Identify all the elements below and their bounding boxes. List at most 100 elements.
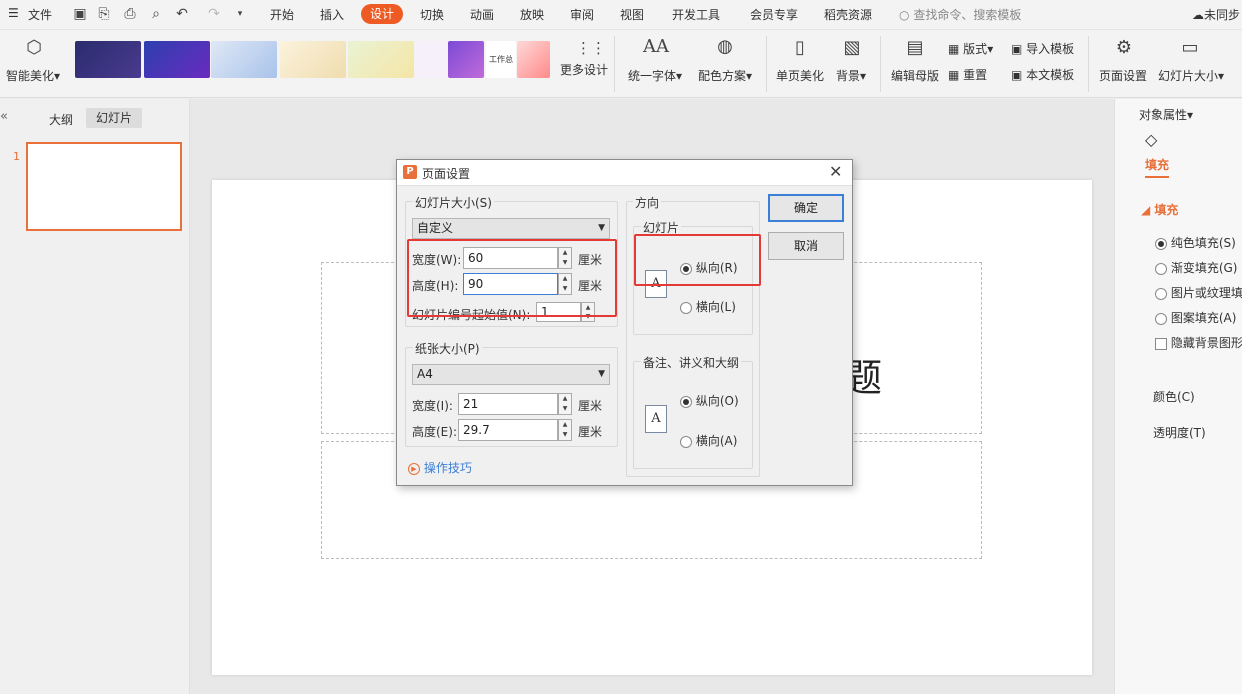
radio-icon <box>1155 287 1167 300</box>
radio-icon <box>680 395 692 408</box>
tab-view[interactable]: 视图 <box>620 6 644 23</box>
hide-background-checkbox[interactable]: 隐藏背景图形 <box>1155 334 1242 351</box>
design-thumb-9[interactable] <box>517 41 550 78</box>
design-thumb-1[interactable] <box>75 41 141 78</box>
slide-size-select[interactable]: 自定义 ▼ <box>412 218 610 239</box>
paper-size-select[interactable]: A4 ▼ <box>412 364 610 385</box>
design-thumb-8[interactable]: 工作总结 <box>486 41 516 78</box>
search-icon: ○ <box>899 8 910 22</box>
text-template-button[interactable]: ▣ 本文模板 <box>1011 66 1074 83</box>
design-thumb-5[interactable] <box>348 41 414 78</box>
picture-fill-radio[interactable]: 图片或纹理填 <box>1155 284 1242 301</box>
design-thumb-6[interactable] <box>416 41 448 78</box>
design-thumb-4[interactable] <box>280 41 346 78</box>
paper-height-input[interactable]: 29.7 <box>458 419 558 441</box>
properties-pane: 对象属性▾ ◇ 填充 ◢ 填充 纯色填充(S) 渐变填充(G) 图片或纹理填 图… <box>1114 99 1242 694</box>
import-template-button[interactable]: ▣ 导入模板 <box>1011 40 1074 57</box>
edit-master-button[interactable]: 编辑母版 <box>891 67 939 84</box>
reset-label: 重置 <box>963 68 988 82</box>
notes-portrait-radio[interactable]: 纵向(O) <box>680 392 739 409</box>
tab-developer[interactable]: 开发工具 <box>672 6 720 23</box>
design-thumb-7[interactable] <box>448 41 484 78</box>
save-icon[interactable]: ▣ <box>72 6 88 22</box>
fill-section-label: 填充 <box>1154 203 1179 217</box>
text-template-label: 本文模板 <box>1026 68 1075 82</box>
import-icon: ▣ <box>1011 42 1023 56</box>
paper-width-input[interactable]: 21 <box>458 393 558 415</box>
single-page-icon: ▯ <box>795 37 805 58</box>
pattern-fill-label: 图案填充(A) <box>1170 311 1237 325</box>
gradient-fill-label: 渐变填充(G) <box>1170 261 1238 275</box>
page-setup-button[interactable]: 页面设置 <box>1099 67 1147 84</box>
background-label: 背景 <box>836 69 861 83</box>
palette-icon: ◍ <box>717 36 733 57</box>
tab-review[interactable]: 审阅 <box>570 6 594 23</box>
orientation-highlight-box <box>634 234 761 286</box>
slide-size-button[interactable]: 幻灯片大小▾ <box>1158 67 1224 84</box>
solid-fill-radio[interactable]: 纯色填充(S) <box>1155 234 1236 251</box>
tab-outline[interactable]: 大纲 <box>49 111 73 128</box>
file-menu[interactable]: 文件 <box>28 6 52 23</box>
search-command[interactable]: ○ 查找命令、搜索模板 <box>899 6 1021 23</box>
layout-button[interactable]: ▦ 版式▾ <box>948 40 993 57</box>
tips-link[interactable]: ▶ 操作技巧 <box>408 459 472 476</box>
notes-landscape-label: 横向(A) <box>695 434 738 448</box>
more-design-button[interactable]: 更多设计 <box>560 61 608 78</box>
undo-icon[interactable]: ↶ <box>174 6 190 22</box>
print-icon[interactable]: ⎙ <box>122 6 138 22</box>
radio-icon <box>1155 262 1167 275</box>
redo-icon[interactable]: ↷ <box>206 6 222 22</box>
print-preview-icon[interactable]: ⌕ <box>148 6 164 22</box>
collapse-pane-icon[interactable]: « <box>0 109 8 124</box>
tab-transition[interactable]: 切换 <box>420 6 444 23</box>
ok-button[interactable]: 确定 <box>768 194 844 222</box>
grid-icon: ⋮⋮ <box>576 39 606 57</box>
design-thumb-2[interactable] <box>144 41 210 78</box>
smart-beautify-icon: ⬡ <box>26 37 42 58</box>
menu-icon[interactable]: ☰ <box>8 6 19 20</box>
notes-landscape-radio[interactable]: 横向(A) <box>680 432 737 449</box>
chevron-down-icon: ▼ <box>598 223 605 233</box>
design-thumb-3[interactable] <box>211 41 277 78</box>
tab-insert[interactable]: 插入 <box>320 6 344 23</box>
tab-design[interactable]: 设计 <box>361 4 403 24</box>
reset-button[interactable]: ▦ 重置 <box>948 66 987 83</box>
background-button[interactable]: 背景▾ <box>836 67 866 84</box>
smart-beautify-button[interactable]: 智能美化▾ <box>6 67 60 84</box>
paper-width-stepper[interactable]: ▲ ▼ <box>558 393 572 415</box>
paper-height-stepper[interactable]: ▲ ▼ <box>558 419 572 441</box>
fill-icon: ◇ <box>1145 130 1158 149</box>
tab-slideshow[interactable]: 放映 <box>520 6 544 23</box>
output-pdf-icon[interactable]: ⎘ <box>96 6 112 22</box>
single-page-beautify-button[interactable]: 单页美化 <box>776 67 824 84</box>
tab-member[interactable]: 会员专享 <box>750 6 798 23</box>
paper-height-unit: 厘米 <box>578 425 603 439</box>
cancel-button[interactable]: 取消 <box>768 232 844 260</box>
color-label: 颜色(C) <box>1153 390 1195 404</box>
pattern-fill-radio[interactable]: 图案填充(A) <box>1155 309 1236 326</box>
tab-animation[interactable]: 动画 <box>470 6 494 23</box>
more-dropdown-icon[interactable]: ▾ <box>232 6 248 22</box>
cloud-icon: ☁ <box>1192 8 1204 22</box>
tab-docer[interactable]: 稻壳资源 <box>824 6 872 23</box>
unify-font-button[interactable]: 统一字体▾ <box>628 67 682 84</box>
color-scheme-button[interactable]: 配色方案▾ <box>698 67 752 84</box>
tab-home[interactable]: 开始 <box>270 6 294 23</box>
master-icon: ▤ <box>906 37 924 58</box>
sync-status[interactable]: ☁未同步 <box>1192 6 1240 23</box>
tab-fill[interactable]: 填充 <box>1145 156 1170 178</box>
gradient-fill-radio[interactable]: 渐变填充(G) <box>1155 259 1238 276</box>
thumb-text: 工作总结 <box>489 55 513 64</box>
radio-icon <box>1155 237 1167 250</box>
slide-landscape-radio[interactable]: 横向(L) <box>680 298 736 315</box>
slide-thumbnail[interactable] <box>26 142 182 231</box>
smart-beautify-label: 智能美化 <box>6 69 55 83</box>
text-template-icon: ▣ <box>1011 68 1023 82</box>
tab-slides[interactable]: 幻灯片 <box>86 108 142 128</box>
slide-size-selected: 自定义 <box>417 221 454 235</box>
close-icon[interactable]: ✕ <box>829 162 842 181</box>
fill-section-header[interactable]: ◢ 填充 <box>1141 201 1178 218</box>
object-properties-header[interactable]: 对象属性▾ <box>1139 106 1193 123</box>
dialog-titlebar[interactable]: P 页面设置 ✕ <box>397 160 852 186</box>
slide-size-label: 幻灯片大小 <box>1158 69 1219 83</box>
